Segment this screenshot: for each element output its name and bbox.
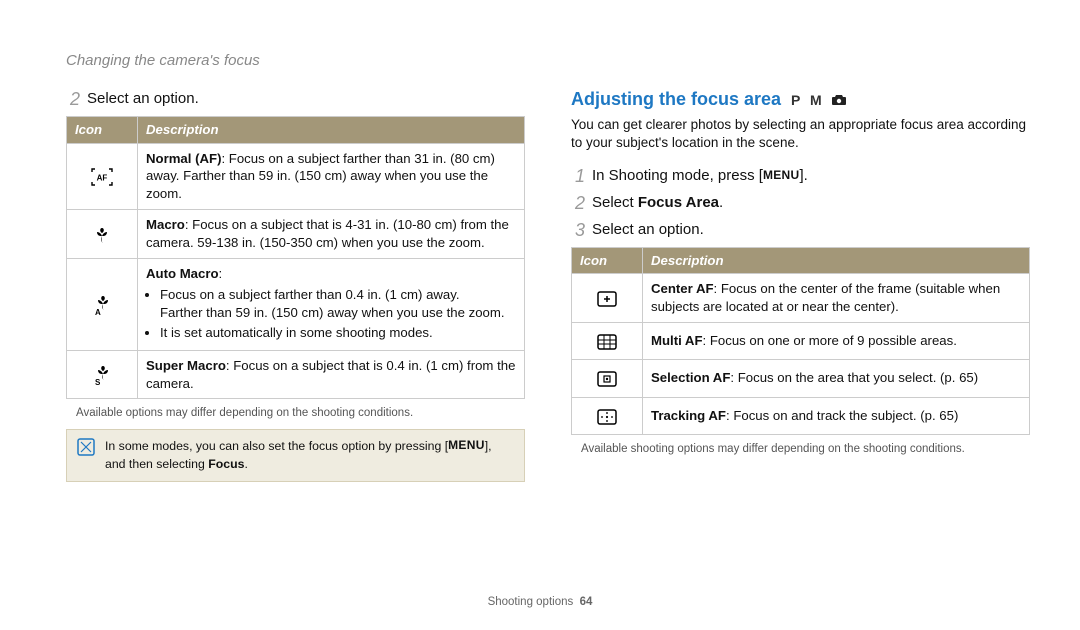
th-description: Description xyxy=(643,247,1030,274)
row-desc: Selection AF: Focus on the area that you… xyxy=(643,360,1030,397)
center-af-icon xyxy=(572,274,643,323)
row-desc: Tracking AF: Focus on and track the subj… xyxy=(643,397,1030,434)
selection-af-icon xyxy=(572,360,643,397)
row-desc: Auto Macro:Focus on a subject farther th… xyxy=(138,258,525,350)
table-row: Macro: Focus on a subject that is 4-31 i… xyxy=(67,209,525,258)
note-box: In some modes, you can also set the focu… xyxy=(66,429,525,481)
heading-row: Adjusting the focus area P M xyxy=(571,89,1030,110)
left-column: 2 Select an option. Icon Description xyxy=(66,89,525,482)
left-footnote: Available options may differ depending o… xyxy=(66,407,525,419)
two-columns: 2 Select an option. Icon Description xyxy=(66,89,1030,482)
step-text: Select an option. xyxy=(592,220,704,240)
th-icon: Icon xyxy=(572,247,643,274)
step-text: Select an option. xyxy=(87,89,199,109)
table-row: S Super Macro: Focus on a subject that i… xyxy=(67,350,525,399)
row-desc: Normal (AF): Focus on a subject farther … xyxy=(138,143,525,209)
step-1: 1 In Shooting mode, press [MENU]. xyxy=(571,166,1030,187)
page: Changing the camera's focus 2 Select an … xyxy=(0,0,1080,630)
super-macro-icon: S xyxy=(67,350,138,399)
step-number: 2 xyxy=(66,89,80,110)
th-description: Description xyxy=(138,116,525,143)
table-row: A Auto Macro:Focus on a subject farther … xyxy=(67,258,525,350)
row-desc: Center AF: Focus on the center of the fr… xyxy=(643,274,1030,323)
auto-macro-icon: A xyxy=(67,258,138,350)
subsection-heading: Adjusting the focus area xyxy=(571,89,781,110)
row-desc: Super Macro: Focus on a subject that is … xyxy=(138,350,525,399)
note-text: In some modes, you can also set the focu… xyxy=(105,438,514,472)
macro-icon xyxy=(67,209,138,258)
tracking-af-icon xyxy=(572,397,643,434)
svg-text:AF: AF xyxy=(97,174,108,183)
mode-indicators: P M xyxy=(791,93,847,107)
table-row: Selection AF: Focus on the area that you… xyxy=(572,360,1030,397)
row-desc: Multi AF: Focus on one or more of 9 poss… xyxy=(643,322,1030,359)
step-text: In Shooting mode, press [MENU]. xyxy=(592,166,808,186)
table-row: Tracking AF: Focus on and track the subj… xyxy=(572,397,1030,434)
row-desc: Macro: Focus on a subject that is 4-31 i… xyxy=(138,209,525,258)
step-2: 2 Select an option. xyxy=(66,89,525,110)
table-row: AF Normal (AF): Focus on a subject farth… xyxy=(67,143,525,209)
step-number: 3 xyxy=(571,220,585,241)
note-icon xyxy=(77,438,95,472)
focus-area-table: Icon Description Center AF: Focus on the… xyxy=(571,247,1030,435)
right-footnote: Available shooting options may differ de… xyxy=(571,443,1030,455)
multi-af-icon xyxy=(572,322,643,359)
step-text: Select Focus Area. xyxy=(592,193,723,213)
step-3: 3 Select an option. xyxy=(571,220,1030,241)
lead-text: You can get clearer photos by selecting … xyxy=(571,116,1030,152)
th-icon: Icon xyxy=(67,116,138,143)
table-row: Center AF: Focus on the center of the fr… xyxy=(572,274,1030,323)
focus-options-table: Icon Description AF xyxy=(66,116,525,400)
scene-mode-icon xyxy=(831,94,847,106)
menu-key: MENU xyxy=(448,438,485,452)
normal-af-icon: AF xyxy=(67,143,138,209)
table-row: Multi AF: Focus on one or more of 9 poss… xyxy=(572,322,1030,359)
svg-text:A: A xyxy=(95,308,101,317)
svg-text:S: S xyxy=(95,378,101,387)
right-column: Adjusting the focus area P M You can get… xyxy=(571,89,1030,482)
step-number: 2 xyxy=(571,193,585,214)
section-title: Changing the camera's focus xyxy=(66,52,1030,69)
menu-key: MENU xyxy=(763,168,800,182)
step-number: 1 xyxy=(571,166,585,187)
step-2: 2 Select Focus Area. xyxy=(571,193,1030,214)
page-footer: Shooting options 64 xyxy=(0,596,1080,608)
